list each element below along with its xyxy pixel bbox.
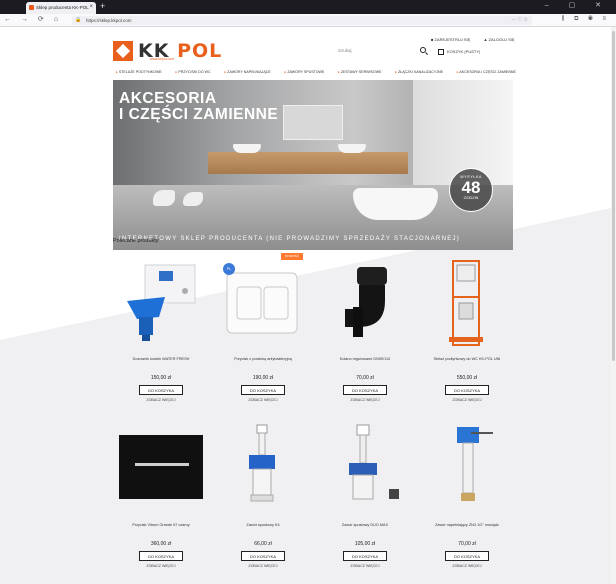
tab-bar: Sklep producenta KK-POL × + – ▢ ✕	[0, 0, 616, 14]
pl-badge: PL	[223, 263, 235, 275]
main-menu: Stelaże podtynkowe Przyciski do WC Zawor…	[116, 70, 516, 78]
shipping-badge: WYSYŁKA 48 GODZIN	[449, 168, 493, 212]
product-name[interactable]: Stelaż podtynkowy do WC KK-POL UNI	[419, 357, 515, 362]
logo-mark-icon	[113, 41, 133, 61]
add-to-cart-button[interactable]: DO KOSZYKA	[343, 551, 387, 561]
product-price: 70,00 zł	[356, 375, 374, 381]
product-image[interactable]	[421, 257, 513, 347]
favicon-icon	[29, 5, 34, 10]
product-price: 190,00 zł	[252, 375, 274, 381]
browser-tab[interactable]: Sklep producenta KK-POL ×	[26, 2, 96, 14]
menu-item[interactable]: Zawory spustowe	[285, 70, 324, 78]
tab-title: Sklep producenta KK-POL	[36, 5, 89, 10]
product-price: 550,00 zł	[456, 375, 478, 381]
nav-buttons[interactable]: ← → ⟳ ⌂	[4, 15, 62, 23]
page-scrollbar[interactable]	[611, 27, 616, 584]
toolbar-icons[interactable]: ⫼ ⧉ ◉ ≡	[562, 16, 610, 23]
add-to-cart-button[interactable]: DO KOSZYKA	[241, 385, 285, 395]
hero-subtitle: INTERNETOWY SKLEP PRODUCENTA (NIE PROWAD…	[119, 236, 461, 242]
product-name[interactable]: Przycisk Vitrum Grande 67 czarny	[113, 523, 209, 528]
menu-item[interactable]: Zestawy serwisowe	[338, 70, 382, 78]
search-icon[interactable]	[420, 47, 426, 53]
cart-link[interactable]: KOSZYK (PUSTY)	[438, 49, 480, 55]
see-more-link[interactable]: ZOBACZ WIĘCEJ	[317, 564, 413, 568]
menu-item[interactable]: Zawory napełniające	[224, 70, 270, 78]
product-price: 66,00 zł	[254, 541, 272, 547]
lock-icon: 🔒	[75, 17, 82, 23]
product-name[interactable]: Kolano regulowane DN90/110	[317, 357, 413, 362]
product-image[interactable]	[421, 423, 513, 513]
product-name[interactable]: Dozownik kostek WATER FRESH	[113, 357, 209, 362]
web-page: KK POL www.kkpol.com Szukaj ■ ZAREJESTRU…	[0, 27, 616, 584]
see-more-link[interactable]: ZOBACZ WIĘCEJ	[113, 564, 209, 568]
add-to-cart-button[interactable]: DO KOSZYKA	[139, 385, 183, 395]
menu-item[interactable]: Przyciski do WC	[176, 70, 210, 78]
browser-toolbar: ← → ⟳ ⌂ 🔒 https://sklep.kkpol.com ··· ♡ …	[0, 14, 616, 27]
add-to-cart-button[interactable]: DO KOSZYKA	[139, 551, 183, 561]
product-price: 70,00 zł	[458, 541, 476, 547]
product-image[interactable]	[115, 257, 207, 347]
add-to-cart-button[interactable]: DO KOSZYKA	[241, 551, 285, 561]
add-to-cart-button[interactable]: DO KOSZYKA	[445, 551, 489, 561]
register-link[interactable]: ■ ZAREJESTRUJ SIĘ	[431, 37, 476, 42]
account-links: ■ ZAREJESTRUJ SIĘ ▲ ZALOGUJ SIĘ	[431, 37, 527, 42]
menu-item[interactable]: Akcesoria i części zamienne	[457, 70, 516, 78]
product-image[interactable]	[319, 423, 411, 513]
add-to-cart-button[interactable]: DO KOSZYKA	[343, 385, 387, 395]
logo-subtext: www.kkpol.com	[150, 57, 175, 61]
new-tag: NOWOŚĆ	[281, 253, 303, 260]
login-link[interactable]: ▲ ZALOGUJ SIĘ	[483, 37, 520, 42]
product-price: 150,00 zł	[150, 375, 172, 381]
product-image[interactable]	[319, 257, 411, 347]
product-name[interactable]: Zawór spustowy DUO MAX	[317, 523, 413, 528]
menu-item[interactable]: Stelaże podtynkowe	[116, 70, 162, 78]
product-image[interactable]	[217, 423, 309, 513]
product-image[interactable]	[115, 423, 207, 513]
url-actions[interactable]: ··· ♡ ☆	[511, 17, 528, 23]
see-more-link[interactable]: ZOBACZ WIĘCEJ	[419, 398, 515, 402]
address-bar[interactable]: 🔒 https://sklep.kkpol.com ··· ♡ ☆	[72, 16, 532, 25]
menu-item[interactable]: Złączki kanalizacyjne	[395, 70, 443, 78]
see-more-link[interactable]: ZOBACZ WIĘCEJ	[317, 398, 413, 402]
url-text: https://sklep.kkpol.com	[86, 18, 132, 23]
product-name[interactable]: Przycisk z powłoką antybakteryjną	[215, 357, 311, 362]
add-to-cart-button[interactable]: DO KOSZYKA	[445, 385, 489, 395]
scrollbar-thumb[interactable]	[612, 31, 615, 361]
new-tab-button[interactable]: +	[100, 1, 105, 11]
see-more-link[interactable]: ZOBACZ WIĘCEJ	[419, 564, 515, 568]
hero-banner[interactable]: AKCESORIA I CZĘŚCI ZAMIENNE WYSYŁKA 48 G…	[113, 80, 513, 250]
see-more-link[interactable]: ZOBACZ WIĘCEJ	[215, 398, 311, 402]
browser-window: Sklep producenta KK-POL × + – ▢ ✕ ← → ⟳ …	[0, 0, 616, 584]
see-more-link[interactable]: ZOBACZ WIĘCEJ	[215, 564, 311, 568]
section-title: Polecane produkty	[113, 238, 159, 244]
product-name[interactable]: Zawór napełniający ZN3 1/2" mosiądz	[419, 523, 515, 528]
window-controls[interactable]: – ▢ ✕	[545, 1, 610, 9]
product-price: 360,00 zł	[150, 541, 172, 547]
see-more-link[interactable]: ZOBACZ WIĘCEJ	[113, 398, 209, 402]
product-price: 105,00 zł	[354, 541, 376, 547]
hero-title: AKCESORIA I CZĘŚCI ZAMIENNE	[119, 90, 279, 123]
product-name[interactable]: Zawór spustowy K4	[215, 523, 311, 528]
cart-icon	[438, 49, 444, 55]
close-tab-icon[interactable]: ×	[89, 4, 93, 10]
